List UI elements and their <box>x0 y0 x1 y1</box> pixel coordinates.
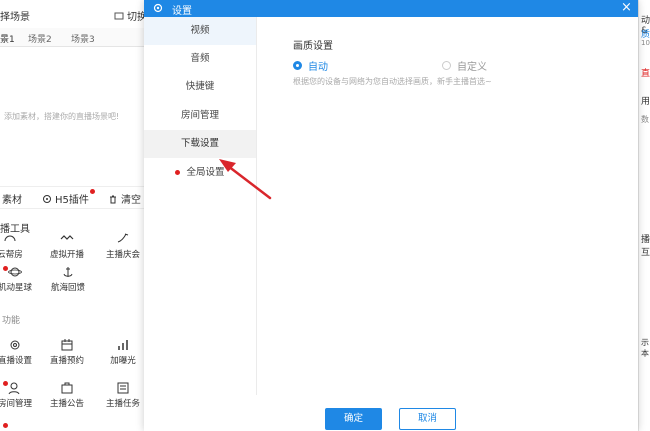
tool-icon <box>4 235 16 242</box>
function-badge <box>3 381 8 386</box>
material-button[interactable]: 素材 <box>2 191 22 206</box>
nav-item-shortcuts[interactable]: 快捷键 <box>144 73 256 101</box>
tool-label: 主播庆会 <box>105 250 140 260</box>
background-panel: 择场景 切换 景1 场景2 场景3 添加素材，搭建你的直播场景吧! 素材 H5插… <box>0 0 147 431</box>
h5-plugin-button[interactable]: H5插件 <box>42 191 89 206</box>
dialog-footer: 确定 取消 <box>144 395 638 431</box>
anchor-icon <box>63 267 73 277</box>
clear-label: 清空 <box>121 195 141 206</box>
switch-button[interactable]: 切换 <box>114 8 147 23</box>
close-icon[interactable]: × <box>621 1 632 15</box>
trash-icon <box>110 195 116 203</box>
function-item[interactable]: 直播设置 <box>0 338 35 366</box>
bar-chart-icon <box>118 340 128 350</box>
announcement-icon <box>61 382 73 394</box>
quality-custom-radio[interactable]: 自定义 <box>442 58 487 73</box>
right-edge-text: 示本 <box>641 338 649 358</box>
tool-item[interactable]: 航海回馈 <box>48 265 88 293</box>
function-item[interactable]: 主播公告 <box>47 381 87 409</box>
tool-item[interactable]: 虚拟开播 <box>47 232 87 260</box>
radio-indicator <box>293 61 302 70</box>
divider <box>0 208 144 209</box>
room-manage-icon <box>8 382 20 395</box>
nav-item-download-settings[interactable]: 下载设置 <box>144 130 256 158</box>
radio-indicator <box>442 61 451 70</box>
h5-plugin-label: H5插件 <box>55 195 89 206</box>
plugin-icon <box>43 194 51 203</box>
quality-hint: 根据您的设备与网络为您自动选择画质，新手主播首选~ <box>293 77 492 86</box>
tool-label: 机动星球 <box>0 283 32 293</box>
empty-scene-tip: 添加素材，搭建你的直播场景吧! <box>4 112 120 121</box>
radio-label: 自动 <box>308 62 328 73</box>
h5-plugin-badge <box>90 189 95 194</box>
tool-label: 虚拟开播 <box>49 250 84 260</box>
dialog-titlebar[interactable]: 设置 × <box>144 0 638 17</box>
confirm-button[interactable]: 确定 <box>325 408 382 430</box>
tab-scene-2[interactable]: 场景2 <box>28 32 52 45</box>
planet-icon <box>8 267 22 277</box>
switch-icon <box>114 12 124 19</box>
right-edge-text: 播互 <box>641 235 650 258</box>
gear-icon <box>153 3 163 13</box>
scene-title: 择场景 <box>0 12 30 23</box>
nav-item-audio[interactable]: 音频 <box>144 45 256 73</box>
calendar-icon <box>61 339 73 351</box>
task-icon <box>117 382 129 394</box>
settings-sidebar: 视频 音频 快捷键 房间管理 下载设置 全局设置 <box>144 17 257 395</box>
tool-item[interactable]: 主播庆会 <box>103 232 143 260</box>
quality-auto-radio[interactable]: 自动 <box>293 58 328 73</box>
right-edge-text: 数 <box>641 115 649 124</box>
tool-item[interactable]: 云帮房 <box>0 232 30 260</box>
function-badge <box>3 423 8 428</box>
cancel-button[interactable]: 取消 <box>399 408 456 430</box>
function-label: 直播设置 <box>0 356 32 366</box>
tool-label: 航海回馈 <box>50 283 85 293</box>
function-label: 主播任务 <box>105 399 140 409</box>
functions-title: 功能 <box>2 316 21 326</box>
celebration-icon <box>117 233 129 243</box>
nav-item-room-management[interactable]: 房间管理 <box>144 102 256 130</box>
function-label: 直播预约 <box>49 356 84 366</box>
function-label: 加曝光 <box>110 356 136 366</box>
section-title: 画质设置 <box>293 41 333 52</box>
function-label: 主播公告 <box>49 399 84 409</box>
function-item[interactable]: 主播任务 <box>103 381 143 409</box>
nav-item-video[interactable]: 视频 <box>144 17 256 45</box>
nav-item-label: 全局设置 <box>186 167 225 178</box>
function-item[interactable]: 直播预约 <box>47 338 87 366</box>
dialog-title: 设置 <box>172 6 192 17</box>
clear-button[interactable]: 清空 <box>108 191 141 206</box>
scene-tabs: 景1 场景2 场景3 <box>0 28 144 47</box>
settings-dialog: 设置 × 视频 音频 快捷键 房间管理 下载设置 全局设置 画质设置 自动 自定… <box>144 0 638 431</box>
divider <box>0 186 144 187</box>
tab-scene-3[interactable]: 场景3 <box>71 32 95 45</box>
function-item[interactable]: 加曝光 <box>103 338 143 366</box>
background-right-panel <box>638 0 650 431</box>
tool-label: 云帮房 <box>0 250 23 260</box>
settings-content: 画质设置 自动 自定义 根据您的设备与网络为您自动选择画质，新手主播首选~ <box>257 17 638 395</box>
settings-icon <box>10 340 20 350</box>
tool-badge <box>3 266 8 271</box>
right-edge-text: 直 <box>641 69 650 79</box>
right-edge-text: 10 <box>641 39 650 47</box>
new-badge <box>175 170 181 175</box>
nav-item-global-settings[interactable]: 全局设置 <box>144 159 256 187</box>
function-label: 房间管理 <box>0 399 32 409</box>
tab-scene-1[interactable]: 景1 <box>0 32 15 45</box>
radio-label: 自定义 <box>457 62 487 73</box>
virtual-live-icon <box>60 235 74 240</box>
right-edge-text: 用 <box>641 97 650 107</box>
